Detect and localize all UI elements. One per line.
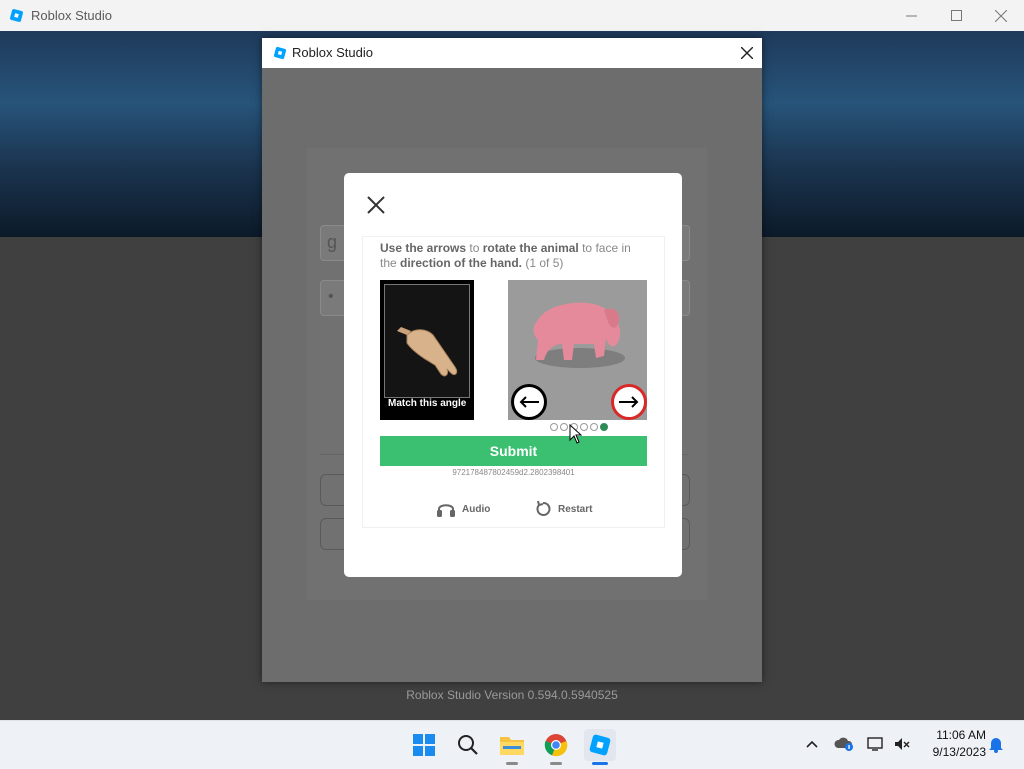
username-value: g	[327, 232, 338, 252]
clock-time[interactable]: 11:06 AM	[924, 728, 986, 742]
outer-window-title: Roblox Studio	[31, 8, 112, 23]
bell-icon	[989, 738, 1003, 753]
submit-button[interactable]: Submit	[380, 436, 647, 466]
progress-dot	[590, 423, 598, 431]
version-label: Roblox Studio Version 0.594.0.5940525	[406, 688, 618, 702]
maximize-icon	[950, 10, 962, 21]
mouse-cursor-icon	[569, 424, 583, 444]
onedrive-tray-button[interactable]	[834, 734, 854, 754]
chevron-up-icon	[806, 740, 818, 748]
hand-caption: Match this angle	[388, 398, 467, 409]
search-icon	[458, 735, 478, 755]
notifications-button[interactable]	[986, 734, 1006, 754]
captcha-instructions: Use the arrows to rotate the animal to f…	[380, 241, 631, 270]
close-window-button[interactable]	[978, 0, 1024, 31]
file-explorer-button[interactable]	[496, 729, 528, 765]
session-id: 972178487802459d2.2802398401	[452, 468, 575, 477]
file-explorer-icon	[500, 737, 524, 755]
dialog-title-bar: Roblox Studio	[262, 38, 762, 68]
cloud-info-icon	[834, 737, 853, 751]
running-indicator	[550, 762, 562, 765]
restart-label: Restart	[558, 503, 593, 515]
volume-muted-icon	[895, 738, 910, 750]
audio-button[interactable]: Audio	[436, 500, 490, 518]
restart-button[interactable]: Restart	[534, 500, 592, 518]
captcha-close-icon[interactable]	[362, 191, 390, 219]
chrome-button[interactable]	[540, 729, 572, 765]
roblox-studio-taskbar-button[interactable]	[584, 729, 616, 765]
password-value: •	[328, 288, 334, 305]
active-indicator	[592, 762, 608, 765]
progress-dot-active	[600, 423, 608, 431]
arrow-left-icon	[519, 396, 539, 408]
close-icon	[995, 9, 1007, 22]
network-tray-button[interactable]	[866, 734, 886, 754]
network-icon	[867, 737, 883, 751]
roblox-studio-icon	[10, 9, 23, 22]
start-button[interactable]	[408, 729, 440, 761]
windows-start-icon	[413, 734, 435, 756]
dialog-title: Roblox Studio	[292, 45, 373, 60]
audio-label: Audio	[462, 503, 491, 515]
headphones-icon	[437, 504, 455, 517]
clock-date[interactable]: 9/13/2023	[924, 745, 986, 759]
progress-dot	[560, 423, 568, 431]
minimize-icon	[905, 15, 917, 17]
outer-title-bar: Roblox Studio	[0, 0, 1024, 32]
tray-overflow-button[interactable]	[802, 734, 822, 754]
dialog-close-button[interactable]	[732, 38, 762, 68]
arrow-right-icon	[619, 396, 639, 408]
rotate-right-button[interactable]	[611, 384, 647, 420]
hand-image-frame	[384, 284, 470, 398]
reference-hand-image: Match this angle	[380, 280, 474, 420]
roblox-studio-icon	[589, 734, 611, 756]
progress-dot	[550, 423, 558, 431]
close-icon	[741, 47, 753, 59]
captcha-modal: Use the arrows to rotate the animal to f…	[344, 173, 682, 577]
captcha-challenge: Use the arrows to rotate the animal to f…	[362, 236, 665, 528]
volume-tray-button[interactable]	[892, 734, 912, 754]
roblox-studio-icon	[273, 46, 287, 60]
running-indicator	[506, 762, 518, 765]
hand-icon	[397, 327, 458, 377]
chrome-icon	[544, 734, 568, 757]
rotatable-animal-image	[508, 280, 647, 420]
maximize-button[interactable]	[933, 0, 979, 31]
search-button[interactable]	[452, 729, 484, 761]
rotate-left-button[interactable]	[511, 384, 547, 420]
restart-icon	[536, 500, 551, 516]
minimize-button[interactable]	[888, 0, 934, 31]
